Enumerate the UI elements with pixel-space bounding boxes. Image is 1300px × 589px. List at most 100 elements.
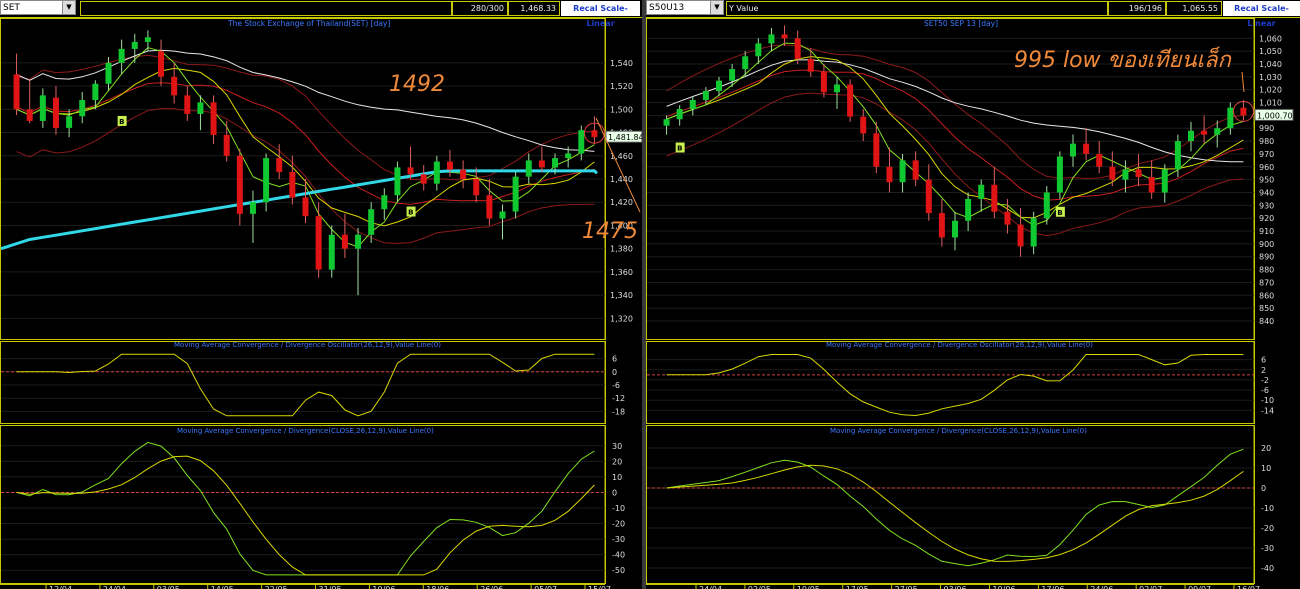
right-candle-body	[1214, 128, 1221, 135]
left-candle-body	[381, 195, 388, 210]
left-price-tick-label: 1,540	[610, 59, 633, 68]
left-candle-body	[578, 130, 585, 154]
right-candle-body	[952, 220, 958, 238]
right-price-tick-label: 890	[1259, 253, 1274, 262]
right-candle-body	[1070, 143, 1076, 157]
left-date-label: 03/05	[157, 585, 180, 589]
right-candle-body	[1201, 130, 1208, 135]
right-price-tick-label: 940	[1259, 188, 1274, 197]
left-candle-body	[565, 153, 572, 159]
right-date-label: 10/05	[797, 585, 820, 589]
right-price-tick-label: 960	[1259, 163, 1274, 172]
left-date-label: 31/05	[319, 585, 342, 589]
right-candle-body	[1096, 153, 1103, 167]
left-price-tick-label: 1,420	[610, 198, 633, 207]
right-candle-body	[1148, 177, 1155, 193]
left-candle-body	[158, 51, 165, 77]
right-candle-body	[1161, 169, 1168, 193]
right-price-tick-label: 930	[1259, 201, 1274, 210]
left-buy-marker-label: B	[119, 118, 124, 126]
left-date-label: 24/04	[103, 585, 126, 589]
right-buy-marker-label: B	[1057, 209, 1062, 217]
left-macd-tick-label: 20	[612, 457, 622, 466]
right-panel-frame	[646, 341, 1255, 424]
right-date-label: 16/07	[1237, 585, 1260, 589]
left-panel-frame	[0, 425, 606, 584]
left-candle-body	[223, 134, 230, 156]
left-date-label: 14/05	[211, 585, 234, 589]
right-date-label: 03/06	[944, 585, 967, 589]
right-candle-body	[965, 198, 972, 221]
left-price-tick-label: 1,360	[610, 268, 633, 277]
left-macd-tick-label: -30	[612, 535, 625, 544]
right-price-tick-label: 1,020	[1259, 86, 1282, 95]
left-price-tick-label: 1,520	[610, 82, 633, 91]
right-osc-tick-label: -10	[1261, 396, 1274, 405]
right-osc-tick-label: -6	[1261, 386, 1269, 395]
left-macd-tick-label: -40	[612, 551, 625, 560]
left-osc-tick-label: -18	[612, 407, 625, 416]
left-date-label: 26/06	[480, 585, 503, 589]
right-candle-body	[1043, 192, 1050, 219]
left-candle-body	[302, 197, 309, 217]
right-buy-marker-label: B	[677, 145, 682, 153]
left-candle-body	[79, 100, 86, 117]
left-chart-pane: SET ▼ 280/300 1,468.33 Recal Scale-Linea…	[0, 0, 909, 589]
right-price-tick-label: 860	[1259, 291, 1274, 300]
left-macd-tick-label: -20	[612, 520, 625, 529]
left-osc-title: Moving Average Convergence / Divergence …	[174, 341, 441, 349]
left-chart-title: The Stock Exchange of Thailand(SET) [day…	[227, 19, 390, 28]
right-candle-body	[925, 179, 932, 214]
right-candle-body	[899, 160, 906, 183]
right-date-label: 09/07	[1188, 585, 1211, 589]
right-macd-tick-label: -30	[1261, 544, 1274, 553]
left-date-label: 22/05	[265, 585, 288, 589]
right-candle-body	[1135, 169, 1142, 178]
right-candle-body	[794, 38, 801, 59]
left-candle-body	[236, 155, 243, 214]
right-osc-tick-label: -2	[1261, 376, 1269, 385]
right-macd-tick-label: -40	[1261, 564, 1274, 573]
right-candle-body	[912, 160, 919, 180]
right-candle-body	[820, 71, 827, 93]
right-price-tick-label: 980	[1259, 137, 1274, 146]
left-macd-tick-label: -10	[612, 504, 625, 513]
left-candle-body	[276, 158, 283, 173]
left-osc-tick-label: -6	[612, 381, 620, 390]
left-candle-body	[289, 172, 296, 198]
left-ma-cyan	[0, 169, 598, 251]
right-candle-body	[860, 116, 867, 134]
right-osc-tick-label: 6	[1261, 356, 1266, 365]
left-macd-tick-label: 30	[612, 442, 622, 451]
right-candle-body	[886, 166, 893, 183]
left-date-label: 15/07	[588, 585, 611, 589]
left-date-label: 12/04	[49, 585, 72, 589]
left-osc-tick-label: 0	[612, 368, 617, 377]
right-macd-tick-label: -10	[1261, 504, 1274, 513]
right-date-label: 27/05	[895, 585, 918, 589]
left-bollinger-upper	[16, 54, 595, 181]
right-osc-title: Moving Average Convergence / Divergence …	[826, 341, 1093, 349]
left-buy-marker-label: B	[408, 209, 413, 217]
right-candle-body	[1240, 107, 1247, 116]
right-chart-title: SET50 SEP 13 [day]	[924, 19, 998, 28]
right-price-tick-label: 840	[1259, 317, 1274, 326]
right-candle-body	[1030, 218, 1037, 247]
right-price-tick-label: 1,010	[1259, 99, 1282, 108]
right-candle-body	[781, 34, 788, 39]
right-macd-tick-label: 20	[1261, 444, 1271, 453]
right-macd-title: Moving Average Convergence / Divergence(…	[830, 427, 1087, 435]
right-price-tick-label: 1,060	[1259, 34, 1282, 43]
left-candle-body	[499, 211, 506, 219]
right-candle-body	[991, 184, 998, 212]
left-date-label: 05/07	[534, 585, 557, 589]
right-date-label: 02/07	[1139, 585, 1162, 589]
right-price-tick-label: 870	[1259, 278, 1274, 287]
left-candle-body	[52, 97, 59, 128]
left-price-tick-label: 1,500	[610, 105, 633, 114]
left-candle-body	[355, 234, 362, 249]
right-price-tick-label: 990	[1259, 124, 1274, 133]
right-date-label: 17/05	[846, 585, 869, 589]
right-macd-signal-line	[666, 464, 1244, 562]
left-candle-body	[341, 234, 348, 249]
